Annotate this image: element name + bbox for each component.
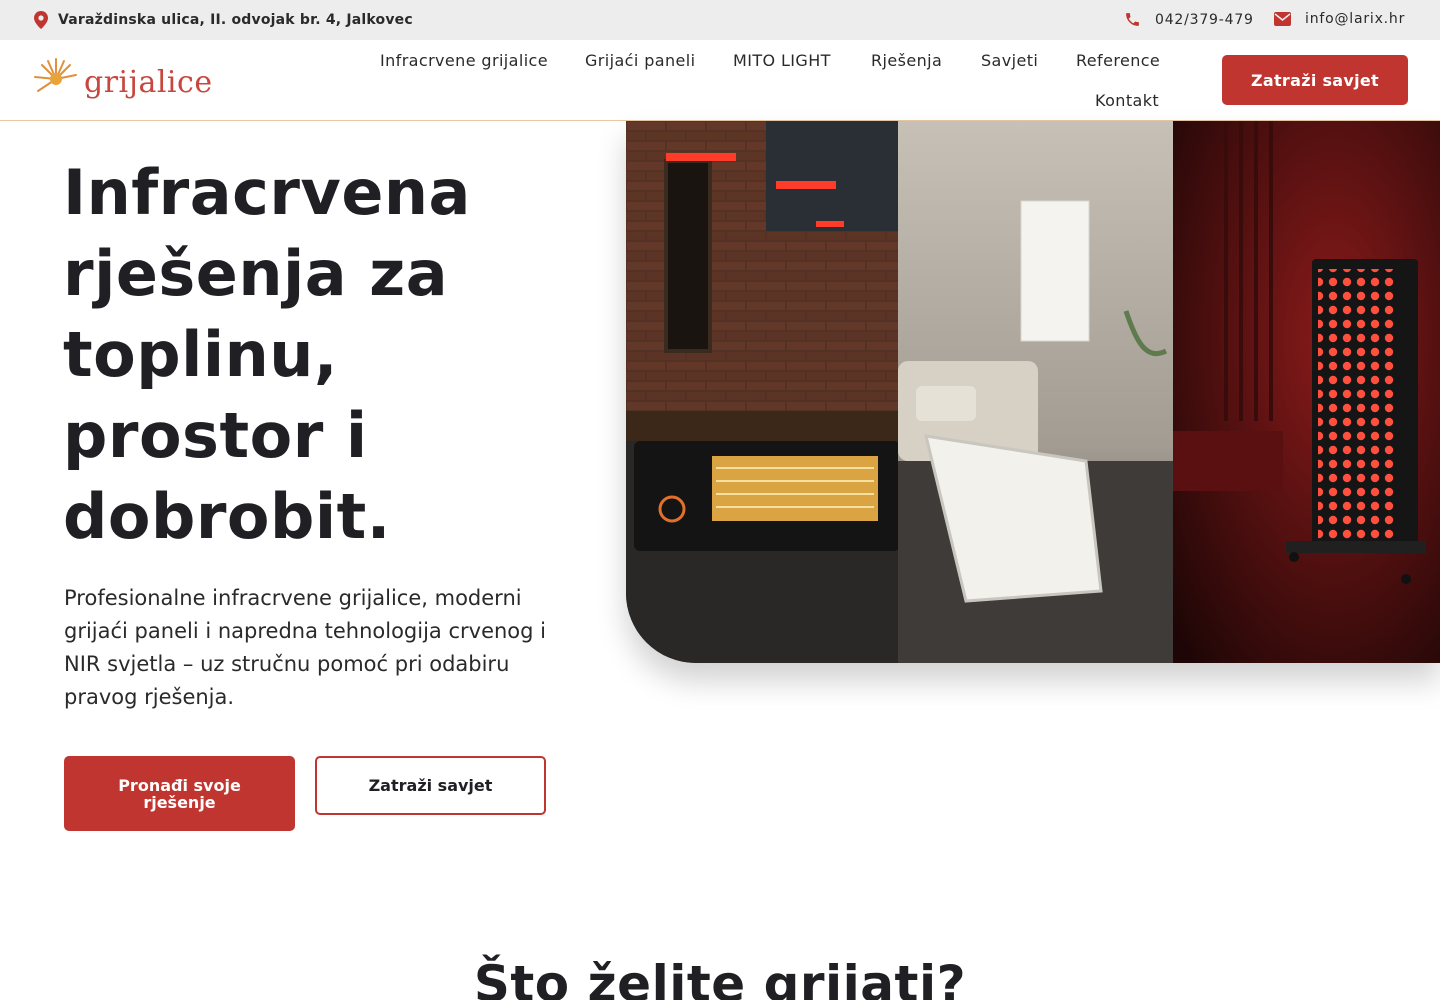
- nav-savjeti[interactable]: Savjeti: [981, 51, 1038, 70]
- hero-collage: [626, 121, 1440, 663]
- request-advice-secondary-button[interactable]: Zatraži savjet: [315, 756, 546, 815]
- phone-icon: [1126, 13, 1139, 26]
- email-text[interactable]: info@larix.hr: [1305, 11, 1405, 27]
- outdoor-heater-panel: [626, 121, 900, 663]
- request-advice-button[interactable]: Zatraži savjet: [1222, 55, 1408, 105]
- phone-link[interactable]: 042/379-479: [1124, 11, 1254, 28]
- hero-subtitle: Profesionalne infracrvene grijalice, mod…: [64, 586, 546, 709]
- logo-text: grijalice: [84, 65, 213, 100]
- email-link[interactable]: info@larix.hr: [1274, 11, 1405, 27]
- logo[interactable]: grijalice: [30, 53, 212, 109]
- phone-text[interactable]: 042/379-479: [1155, 12, 1254, 28]
- section-title: Što želite grijati?: [473, 955, 967, 1000]
- nav-kontakt[interactable]: Kontakt: [1095, 91, 1159, 110]
- sun-logo-icon: [34, 58, 77, 92]
- hero-image: [626, 121, 1440, 663]
- nav-reference[interactable]: Reference: [1076, 51, 1160, 70]
- envelope-icon: [1274, 12, 1291, 26]
- nav-mito-light[interactable]: MITO LIGHT: [733, 51, 831, 70]
- nav-rjesenja[interactable]: Rješenja: [871, 51, 942, 70]
- site-header: grijalice Infracrvene grijalice Grijaći …: [0, 40, 1440, 121]
- hero-title: Infracrvena rješenja za toplinu, prostor…: [63, 156, 471, 553]
- address-text: Varaždinska ulica, II. odvojak br. 4, Ja…: [58, 12, 413, 28]
- indoor-panel: [898, 121, 1173, 663]
- nav-grijaci-paneli[interactable]: Grijaći paneli: [585, 51, 695, 70]
- find-solution-button[interactable]: Pronađi svoje rješenje: [64, 756, 295, 831]
- top-bar: Varaždinska ulica, II. odvojak br. 4, Ja…: [0, 0, 1440, 40]
- map-pin-icon: [34, 11, 48, 29]
- red-light-panel: [1173, 121, 1440, 663]
- nav-infracrvene-grijalice[interactable]: Infracrvene grijalice: [380, 51, 548, 70]
- address: Varaždinska ulica, II. odvojak br. 4, Ja…: [34, 11, 413, 29]
